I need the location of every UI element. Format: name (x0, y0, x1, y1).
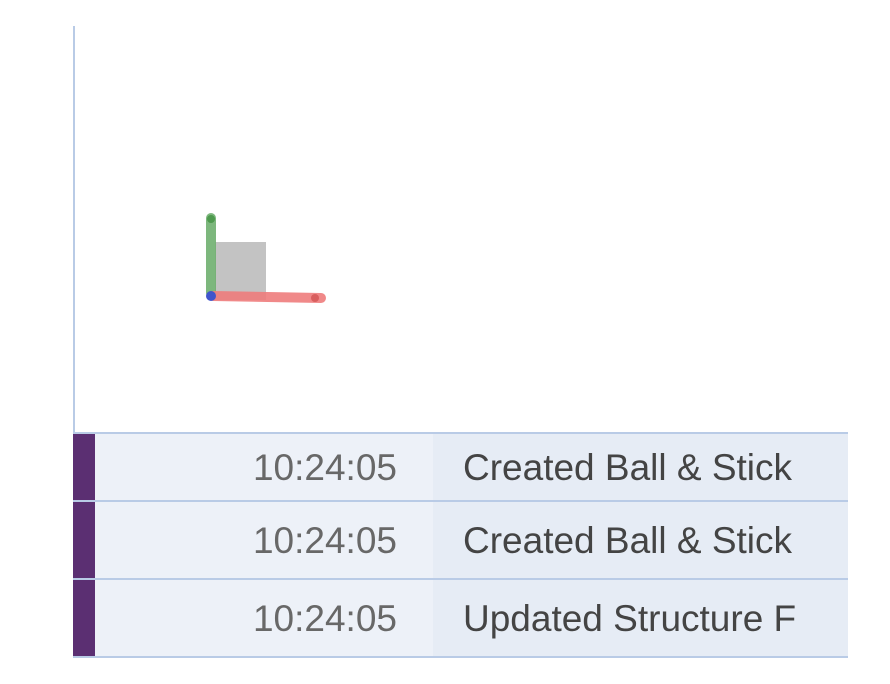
log-row[interactable]: 10:24:05 Created Ball & Stick (73, 434, 848, 502)
log-message: Created Ball & Stick (433, 502, 848, 578)
orientation-axes-icon (206, 213, 326, 303)
row-marker (73, 502, 95, 578)
x-axis-tip (311, 294, 319, 302)
timestamp: 10:24:05 (95, 580, 433, 656)
timestamp: 10:24:05 (95, 434, 433, 500)
row-marker (73, 580, 95, 656)
app-root: 10:24:05 Created Ball & Stick 10:24:05 C… (0, 0, 890, 684)
z-axis-dot (206, 291, 216, 301)
timestamp: 10:24:05 (95, 502, 433, 578)
y-axis-tip (207, 215, 215, 223)
log-row[interactable]: 10:24:05 Created Ball & Stick (73, 502, 848, 580)
log-panel: 10:24:05 Created Ball & Stick 10:24:05 C… (73, 432, 848, 660)
log-row[interactable]: 10:24:05 Updated Structure F (73, 580, 848, 658)
x-axis (208, 291, 326, 303)
log-message: Updated Structure F (433, 580, 848, 656)
3d-viewport[interactable] (73, 26, 850, 432)
row-marker (73, 434, 95, 500)
log-message: Created Ball & Stick (433, 434, 848, 500)
